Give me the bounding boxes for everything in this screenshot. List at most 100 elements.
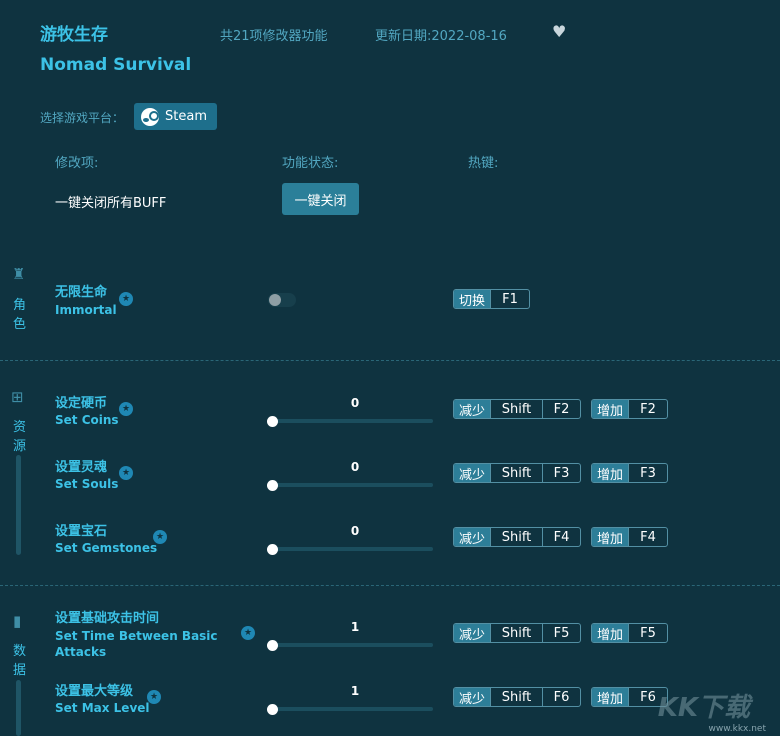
- steam-platform-button[interactable]: Steam: [134, 103, 217, 130]
- coins-slider-knob[interactable]: [267, 416, 278, 427]
- steam-label: Steam: [165, 109, 207, 124]
- coins-value: 0: [350, 396, 360, 410]
- souls-slider-knob[interactable]: [267, 480, 278, 491]
- game-title-cn: 游牧生存: [40, 25, 108, 45]
- hotkey-key: F6: [542, 688, 580, 706]
- watermark-url: www.kkx.net: [708, 724, 767, 734]
- attack-time-label-en-line2: Attacks: [55, 645, 107, 659]
- update-date: 更新日期:2022-08-16: [375, 29, 507, 44]
- attack-time-value: 1: [350, 620, 360, 634]
- hotkey-key: F3: [542, 464, 580, 482]
- star-icon: ★: [119, 292, 133, 306]
- gems-label-cn: 设置宝石: [55, 524, 108, 539]
- gems-decrease-hotkey[interactable]: 减少 Shift F4: [453, 527, 581, 547]
- max-level-slider[interactable]: [272, 707, 433, 711]
- gems-label-en: Set Gemstones: [55, 541, 158, 555]
- role-section-icon: ♜: [12, 265, 26, 283]
- steam-icon: [141, 107, 159, 126]
- max-level-label-en: Set Max Level: [55, 701, 150, 715]
- feature-count: 共21项修改器功能: [220, 29, 328, 44]
- data-section-char1: 数: [13, 644, 27, 659]
- max-level-value: 1: [350, 684, 360, 698]
- hotkey-modifier: Shift: [490, 464, 542, 482]
- hotkey-key: F4: [542, 528, 580, 546]
- attack-time-increase-hotkey[interactable]: 增加 F5: [591, 623, 668, 643]
- hotkey-key: F1: [490, 290, 529, 308]
- coins-increase-hotkey[interactable]: 增加 F2: [591, 399, 668, 419]
- coins-slider[interactable]: [272, 419, 433, 423]
- favorite-heart-icon[interactable]: ♥: [552, 22, 566, 41]
- data-scrollbar[interactable]: [16, 680, 21, 736]
- column-status: 功能状态:: [282, 156, 339, 171]
- attack-time-decrease-hotkey[interactable]: 减少 Shift F5: [453, 623, 581, 643]
- hotkey-action-decrease: 减少: [454, 400, 491, 418]
- hotkey-action-decrease: 减少: [454, 528, 491, 546]
- resource-scrollbar[interactable]: [16, 455, 21, 555]
- hotkey-action-increase: 增加: [592, 464, 629, 482]
- column-option: 修改项:: [55, 156, 99, 171]
- max-level-slider-knob[interactable]: [267, 704, 278, 715]
- coins-label-cn: 设定硬币: [55, 396, 108, 411]
- star-icon: ★: [241, 626, 255, 640]
- gems-increase-hotkey[interactable]: 增加 F4: [591, 527, 668, 547]
- attack-time-label-cn: 设置基础攻击时间: [55, 611, 160, 626]
- max-level-label-cn: 设置最大等级: [55, 684, 134, 699]
- role-section-char2: 色: [13, 317, 27, 332]
- hotkey-action-increase: 增加: [592, 400, 629, 418]
- data-section-char2: 据: [13, 663, 27, 678]
- hotkey-action-decrease: 减少: [454, 464, 491, 482]
- resource-section-char1: 资: [13, 420, 27, 435]
- toggle-knob: [269, 294, 281, 306]
- hotkey-key: F3: [628, 464, 667, 482]
- close-all-buff-label: 一键关闭所有BUFF: [55, 196, 167, 211]
- hotkey-modifier: Shift: [490, 688, 542, 706]
- star-icon: ★: [153, 530, 167, 544]
- watermark-logo: KK下载: [657, 693, 750, 723]
- game-title-en: Nomad Survival: [40, 55, 192, 75]
- hotkey-action-decrease: 减少: [454, 624, 491, 642]
- section-divider: [0, 585, 780, 586]
- hotkey-key: F2: [628, 400, 667, 418]
- immortal-label-cn: 无限生命: [55, 285, 108, 300]
- attack-time-slider[interactable]: [272, 643, 433, 647]
- souls-increase-hotkey[interactable]: 增加 F3: [591, 463, 668, 483]
- souls-label-en: Set Souls: [55, 477, 119, 491]
- hotkey-key: F5: [542, 624, 580, 642]
- role-section-char1: 角: [13, 298, 27, 313]
- max-level-decrease-hotkey[interactable]: 减少 Shift F6: [453, 687, 581, 707]
- immortal-label-en: Immortal: [55, 303, 117, 317]
- hotkey-action-increase: 增加: [592, 624, 629, 642]
- section-divider: [0, 360, 780, 361]
- data-section-icon: ▮: [13, 612, 22, 630]
- hotkey-action-toggle: 切换: [454, 290, 491, 308]
- hotkey-action-increase: 增加: [592, 688, 629, 706]
- coins-decrease-hotkey[interactable]: 减少 Shift F2: [453, 399, 581, 419]
- max-level-increase-hotkey[interactable]: 增加 F6: [591, 687, 668, 707]
- hotkey-modifier: Shift: [490, 400, 542, 418]
- resource-section-char2: 源: [13, 439, 27, 454]
- immortal-toggle[interactable]: [268, 293, 296, 307]
- souls-decrease-hotkey[interactable]: 减少 Shift F3: [453, 463, 581, 483]
- souls-label-cn: 设置灵魂: [55, 460, 108, 475]
- resource-section-icon: ⊞: [11, 388, 24, 406]
- coins-label-en: Set Coins: [55, 413, 119, 427]
- hotkey-modifier: Shift: [490, 528, 542, 546]
- hotkey-action-increase: 增加: [592, 528, 629, 546]
- star-icon: ★: [119, 402, 133, 416]
- star-icon: ★: [147, 690, 161, 704]
- hotkey-key: F5: [628, 624, 667, 642]
- immortal-hotkey[interactable]: 切换 F1: [453, 289, 530, 309]
- gems-slider-knob[interactable]: [267, 544, 278, 555]
- attack-time-slider-knob[interactable]: [267, 640, 278, 651]
- platform-label: 选择游戏平台：: [40, 111, 125, 125]
- gems-value: 0: [350, 524, 360, 538]
- souls-slider[interactable]: [272, 483, 433, 487]
- gems-slider[interactable]: [272, 547, 433, 551]
- souls-value: 0: [350, 460, 360, 474]
- hotkey-key: F2: [542, 400, 580, 418]
- hotkey-modifier: Shift: [490, 624, 542, 642]
- attack-time-label-en-line1: Set Time Between Basic: [55, 629, 218, 643]
- hotkey-key: F4: [628, 528, 667, 546]
- close-all-buff-button[interactable]: 一键关闭: [282, 183, 359, 215]
- hotkey-action-decrease: 减少: [454, 688, 491, 706]
